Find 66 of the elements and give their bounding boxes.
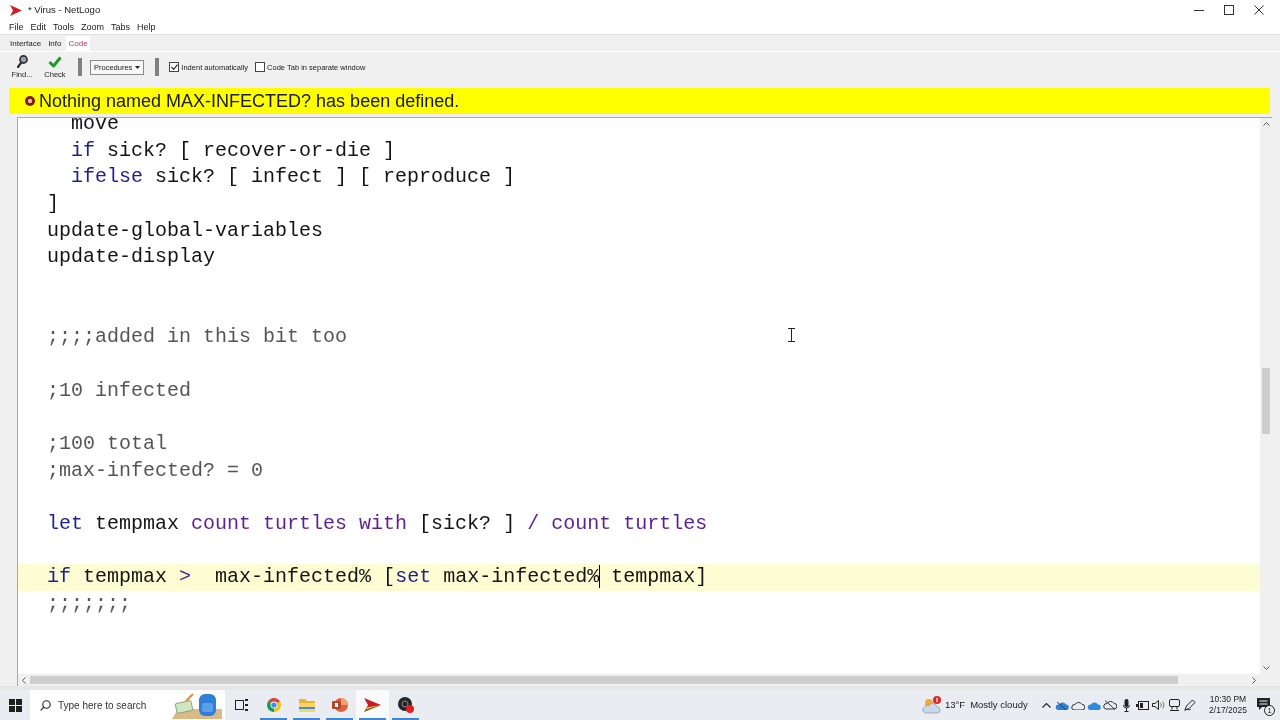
cloud-off-icon[interactable] [1103, 700, 1117, 710]
code-line: update-global-variables [47, 218, 324, 242]
speaker-icon[interactable] [1151, 700, 1165, 710]
scroll-left-icon[interactable] [22, 676, 26, 684]
code-line: ] [47, 191, 60, 215]
checkbox[interactable] [169, 62, 180, 72]
chevron-up-icon[interactable] [1041, 702, 1051, 708]
magnifier-icon [16, 55, 28, 68]
code-line: update-display [47, 245, 216, 269]
cloud-outline-icon[interactable] [1071, 700, 1085, 710]
menu-item[interactable]: File [9, 21, 24, 33]
cloud-icon[interactable] [1055, 700, 1069, 710]
code-line: ;;;;;;; [47, 591, 132, 615]
checkmark-icon [48, 55, 62, 68]
code-line: move [71, 118, 120, 135]
checkmark-icon [170, 64, 178, 70]
error-message: Nothing named MAX-INFECTED? has been defined. [39, 90, 460, 112]
pen-icon[interactable] [1184, 699, 1196, 711]
notification-icon[interactable] [1257, 698, 1270, 710]
battery-icon[interactable] [1135, 700, 1149, 710]
menu-item[interactable]: Help [137, 21, 156, 33]
recording-app-icon[interactable] [397, 697, 414, 713]
search-icon [40, 700, 51, 711]
caret-down-icon [135, 65, 141, 69]
scroll-right-icon[interactable] [1252, 676, 1256, 684]
display-icon[interactable] [1168, 699, 1180, 711]
code-line: if sick? [ recover-or-die ] [71, 138, 396, 162]
weather-condition: Mostly cloudy [970, 699, 1028, 711]
scroll-down-icon[interactable] [1262, 666, 1270, 670]
menu-item[interactable]: Tabs [111, 21, 131, 33]
presentation-icon[interactable] [331, 697, 348, 713]
windows-logo-icon[interactable] [8, 698, 22, 712]
microphone-icon[interactable] [1122, 698, 1130, 712]
code-line: let tempmax count turtles with [sick? ] / count turtles [47, 511, 708, 535]
scroll-up-icon[interactable] [1262, 122, 1270, 126]
clock-time: 10:30 PM [1209, 694, 1247, 705]
code-line: ifelse sick? [ infect ] [ reproduce ] [71, 165, 516, 189]
tab[interactable]: Info [46, 36, 64, 51]
task-view-icon[interactable] [234, 699, 248, 711]
tab[interactable]: Interface [8, 36, 44, 51]
code-line: ;10 infected [47, 378, 192, 402]
maximize-icon [1224, 5, 1234, 15]
window-title: * Virus - NetLogo [28, 4, 101, 16]
menu-item[interactable]: Zoom [81, 21, 105, 33]
clock-date: 2/17/2025 [1209, 705, 1247, 716]
code-line: ;100 total [47, 431, 168, 455]
notebook-backpack-icon [172, 691, 222, 719]
minimize-icon [1194, 9, 1204, 11]
browser-icon[interactable] [265, 697, 282, 713]
code-line: ;max-infected? = 0 [47, 458, 264, 482]
arrow-logo-icon[interactable] [364, 698, 381, 712]
app-logo-icon [10, 4, 22, 16]
weather-icon[interactable] [922, 696, 942, 714]
menu-item[interactable]: Tools [53, 21, 75, 33]
checkbox[interactable] [255, 62, 266, 72]
i-beam-cursor-icon [788, 328, 795, 342]
scrollbar-thumb[interactable] [30, 676, 1178, 684]
close-icon [1254, 5, 1264, 15]
tab[interactable]: Code [66, 36, 90, 51]
weather-temperature: 13°F [945, 699, 966, 711]
taskbar-app-button[interactable] [356, 690, 389, 720]
folder-icon[interactable] [298, 698, 315, 712]
error-icon [25, 96, 35, 106]
menu-item[interactable]: Edit [30, 21, 47, 33]
code-line: ;;;;added in this bit too [47, 325, 348, 349]
scrollbar-thumb[interactable] [1262, 368, 1270, 434]
